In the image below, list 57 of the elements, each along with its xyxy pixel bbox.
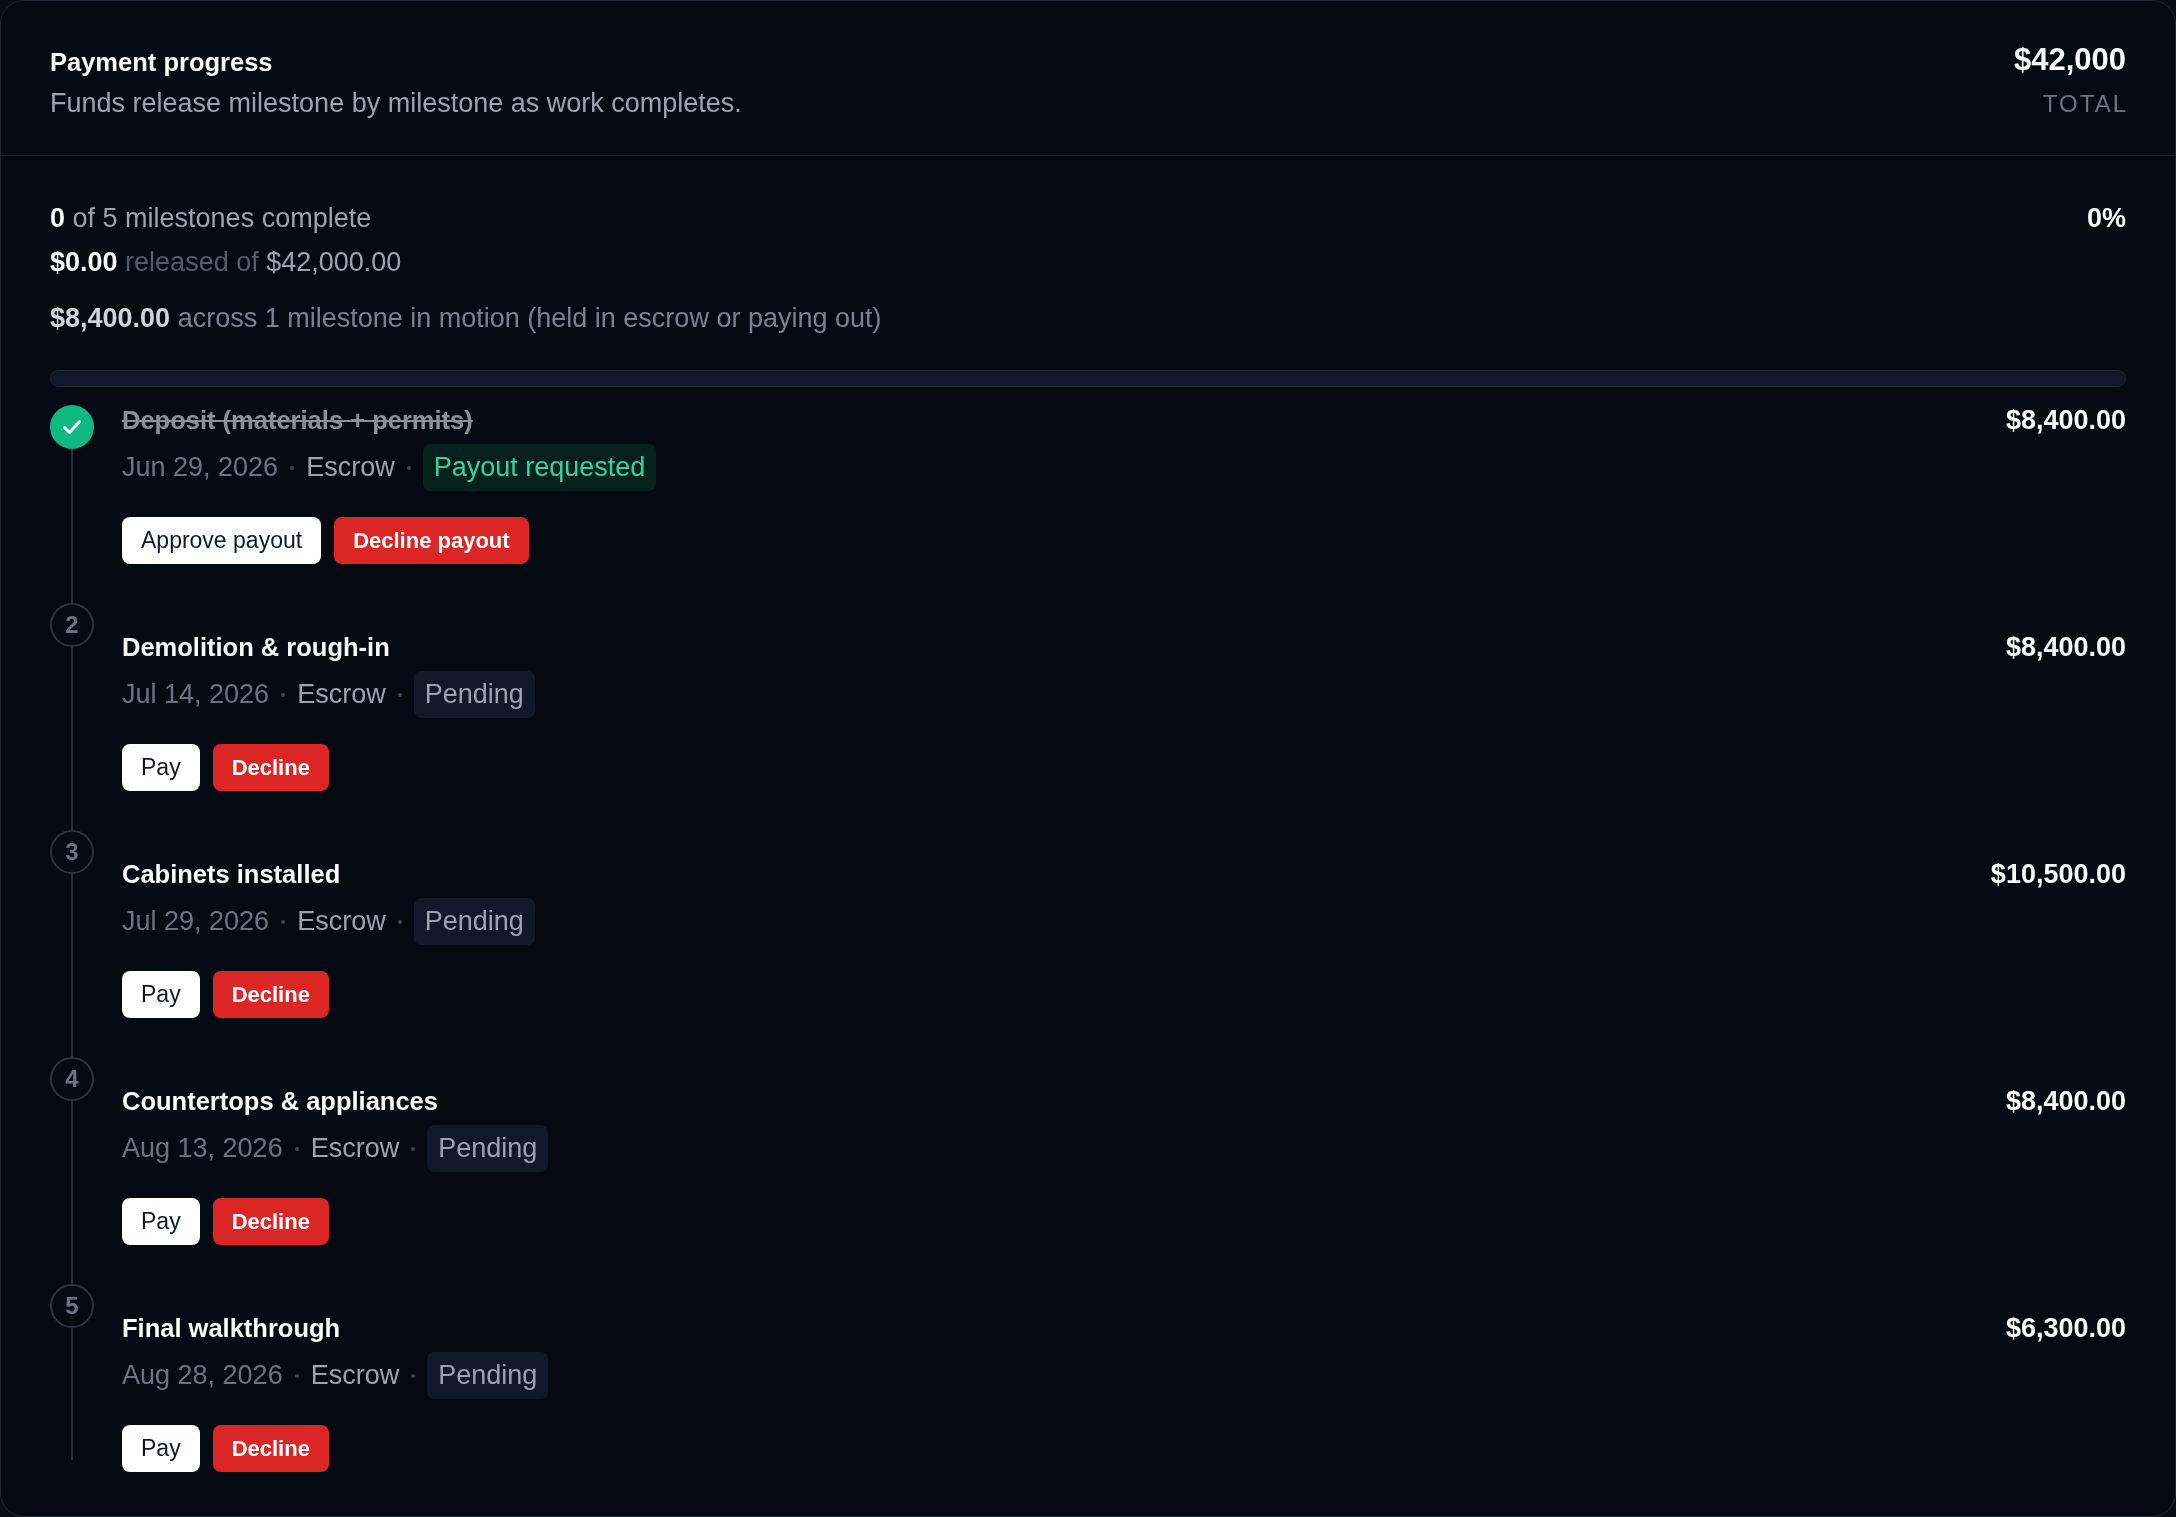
status-label: Pending: [427, 1352, 549, 1399]
payment-method: Escrow: [297, 679, 386, 710]
milestone-amount: $8,400.00: [2005, 1085, 2126, 1118]
card-title: Payment progress: [50, 47, 273, 78]
dot-icon: [281, 692, 286, 697]
status-label: Pending: [413, 671, 535, 718]
approve-button[interactable]: Pay: [122, 971, 200, 1018]
total-caption: TOTAL: [2042, 89, 2128, 119]
milestone-amount: $10,500.00: [1990, 858, 2126, 891]
milestone-title: Demolition & rough-in: [122, 632, 390, 663]
milestones-complete-summary: 0 of 5 milestones complete: [50, 202, 372, 235]
dot-icon: [290, 465, 295, 470]
milestone-date: Jul 14, 2026: [122, 679, 270, 710]
approve-button[interactable]: Pay: [122, 1425, 200, 1472]
payment-method: Escrow: [310, 1360, 400, 1391]
decline-button[interactable]: Decline: [212, 971, 329, 1018]
milestone-date: Jul 29, 2026: [122, 906, 270, 937]
approve-button[interactable]: Approve payout: [122, 517, 322, 564]
dot-icon: [397, 692, 402, 697]
status-label: Pending: [413, 898, 535, 945]
step-number: 4: [50, 1057, 94, 1101]
total-amount: $42,000: [2013, 42, 2126, 78]
step-number: 3: [50, 830, 94, 874]
milestone-amount: $6,300.00: [2005, 1312, 2126, 1345]
decline-button[interactable]: Decline: [212, 1425, 329, 1472]
payment-method: Escrow: [297, 906, 386, 937]
approve-button[interactable]: Pay: [122, 1198, 200, 1245]
milestone-title: Countertops & appliances: [122, 1086, 438, 1117]
dot-icon: [411, 1146, 416, 1151]
percent-complete: 0%: [2086, 202, 2126, 235]
approve-button[interactable]: Pay: [122, 744, 200, 791]
milestone-amount: $8,400.00: [2005, 631, 2126, 664]
milestone-title: Final walkthrough: [122, 1313, 341, 1344]
milestone-date: Aug 28, 2026: [122, 1360, 283, 1391]
payment-method: Escrow: [306, 452, 395, 483]
milestone-title: Cabinets installed: [122, 859, 341, 890]
card-subtitle: Funds release milestone by milestone as work completes.: [50, 87, 742, 120]
step-number: 2: [50, 603, 94, 647]
dot-icon: [281, 919, 286, 924]
milestone-date: Jun 29, 2026: [122, 452, 279, 483]
released-summary: $0.00 released of $42,000.00: [50, 246, 402, 279]
dot-icon: [294, 1146, 299, 1151]
dot-icon: [294, 1373, 299, 1378]
decline-button[interactable]: Decline: [212, 1198, 329, 1245]
milestone-amount: $8,400.00: [2005, 404, 2126, 437]
decline-button[interactable]: Decline: [212, 744, 329, 791]
milestone-date: Aug 13, 2026: [122, 1133, 283, 1164]
step-number: 5: [50, 1284, 94, 1328]
status-label: Payout requested: [422, 444, 657, 491]
dot-icon: [406, 465, 411, 470]
dot-icon: [411, 1373, 416, 1378]
decline-button[interactable]: Decline payout: [334, 517, 529, 564]
status-label: Pending: [427, 1125, 549, 1172]
dot-icon: [397, 919, 402, 924]
milestone-title: Deposit (materials + permits): [122, 405, 473, 436]
payment-method: Escrow: [310, 1133, 400, 1164]
in-motion-summary: $8,400.00 across 1 milestone in motion (held in escrow or paying out): [50, 302, 882, 335]
